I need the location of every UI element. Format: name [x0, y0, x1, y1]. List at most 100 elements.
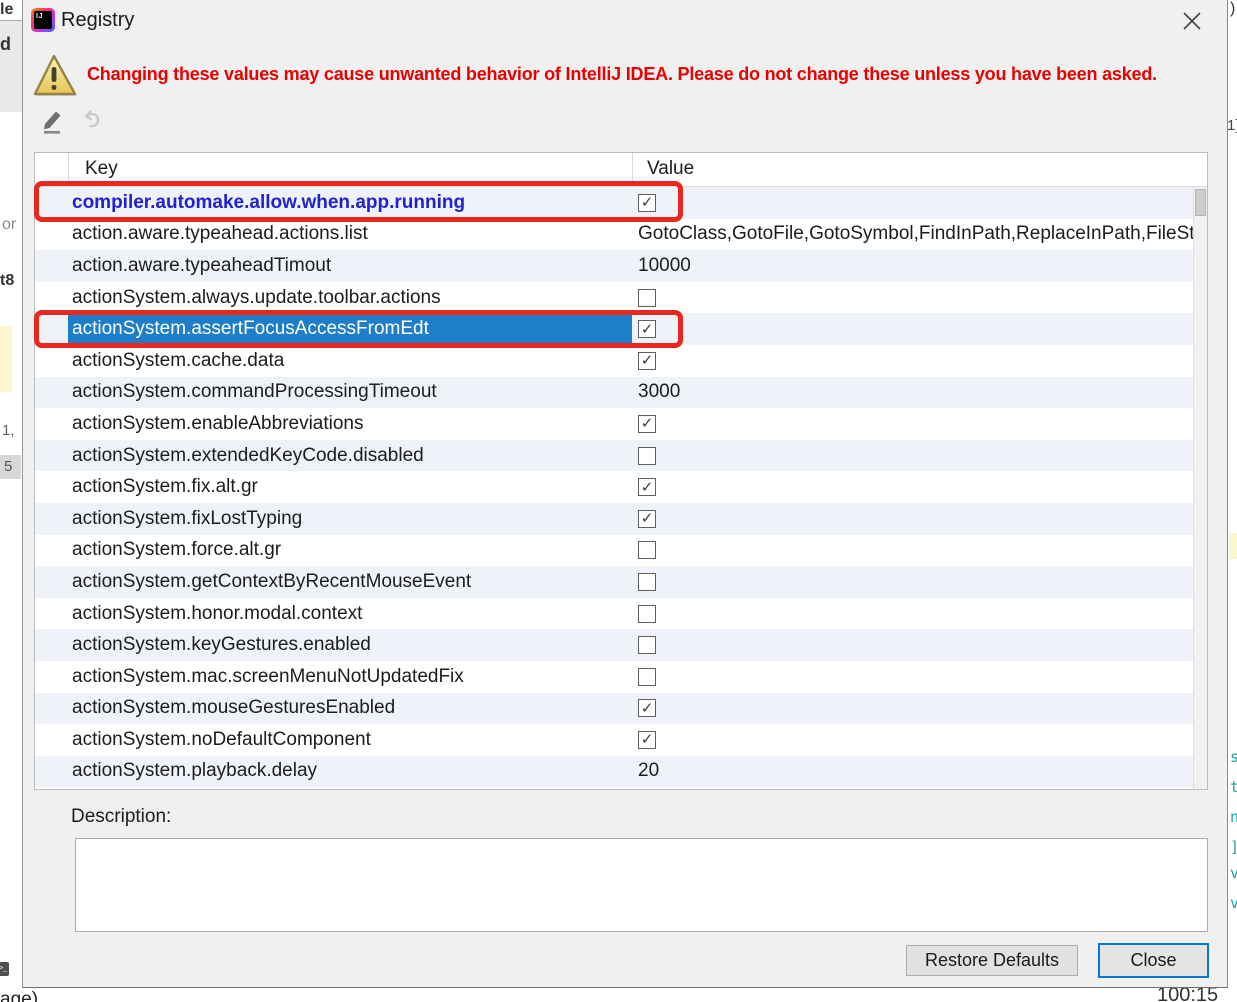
- table-row[interactable]: actionSystem.fixLostTyping ✓: [35, 502, 1195, 535]
- checkbox-checked[interactable]: ✓: [638, 414, 656, 433]
- table-row[interactable]: actionSystem.force.alt.gr: [35, 534, 1195, 567]
- checkbox-checked[interactable]: ✓: [638, 478, 656, 497]
- table-row[interactable]: actionSystem.mouseGesturesEnabled ✓: [35, 692, 1195, 725]
- registry-value-cell: 10000: [634, 250, 1195, 282]
- checkbox-unchecked[interactable]: [638, 288, 656, 307]
- background-text-fragment: age): [0, 989, 39, 1002]
- checkbox-checked[interactable]: ✓: [638, 509, 656, 528]
- registry-key[interactable]: actionSystem.extendedKeyCode.disabled: [68, 440, 632, 472]
- table-row[interactable]: actionSystem.fix.alt.gr ✓: [35, 471, 1195, 503]
- table-row[interactable]: compiler.automake.allow.when.app.running…: [35, 187, 1195, 219]
- registry-key[interactable]: actionSystem.assertFocusAccessFromEdt: [68, 313, 632, 345]
- restore-defaults-button[interactable]: Restore Defaults: [906, 945, 1078, 976]
- checkbox-checked[interactable]: ✓: [638, 351, 656, 370]
- background-window-left: [0, 0, 22, 1002]
- registry-key[interactable]: action.aware.typeahead.actions.list: [68, 219, 632, 251]
- registry-value-cell: 3000: [634, 377, 1195, 409]
- table-header[interactable]: Key Value: [35, 153, 1207, 187]
- background-highlight-block: [0, 326, 12, 392]
- registry-value-cell: 20: [634, 756, 1195, 788]
- warning-message: Changing these values may cause unwanted…: [87, 64, 1157, 84]
- description-field[interactable]: [75, 838, 1208, 932]
- registry-value-cell: [634, 629, 1195, 661]
- table-row[interactable]: actionSystem.getContextByRecentMouseEven…: [35, 566, 1195, 598]
- registry-key[interactable]: actionSystem.always.update.toolbar.actio…: [68, 282, 632, 314]
- revert-button[interactable]: [80, 109, 104, 138]
- registry-value-cell: [634, 566, 1195, 598]
- registry-table: Key Value compiler.automake.allow.when.a…: [34, 152, 1208, 790]
- registry-key[interactable]: actionSystem.keyGestures.enabled: [68, 629, 632, 661]
- scrollbar-thumb[interactable]: [1195, 189, 1206, 216]
- checkbox-unchecked[interactable]: [638, 604, 656, 623]
- table-row[interactable]: actionSystem.noDefaultComponent ✓: [35, 724, 1195, 756]
- column-header-key[interactable]: Key: [85, 158, 118, 180]
- registry-key[interactable]: actionSystem.mac.screenMenuNotUpdatedFix: [68, 661, 632, 693]
- registry-value-text: 20: [638, 760, 660, 782]
- registry-key[interactable]: action.aware.typeaheadTimout: [68, 250, 632, 282]
- column-divider: [68, 153, 69, 186]
- registry-key[interactable]: actionSystem.enableAbbreviations: [68, 408, 632, 440]
- registry-value-cell: [634, 282, 1195, 314]
- checkbox-checked[interactable]: ✓: [638, 699, 656, 718]
- background-window-bottom: [0, 989, 1237, 1002]
- checkbox-unchecked[interactable]: [638, 636, 656, 655]
- table-row[interactable]: action.aware.typeahead.actions.list GotoC…: [35, 218, 1195, 251]
- table-row[interactable]: actionSystem.enableAbbreviations ✓: [35, 408, 1195, 440]
- table-body: compiler.automake.allow.when.app.running…: [35, 187, 1195, 788]
- registry-key[interactable]: actionSystem.commandProcessingTimeout: [68, 377, 632, 409]
- checkbox-checked[interactable]: ✓: [638, 730, 656, 749]
- registry-value-cell: GotoClass,GotoFile,GotoSymbol,FindInPath…: [634, 219, 1195, 251]
- table-row[interactable]: actionSystem.honor.modal.context: [35, 597, 1195, 630]
- registry-value-cell: [634, 598, 1195, 630]
- registry-key[interactable]: actionSystem.playback.delay: [68, 756, 632, 788]
- code-text-fragment: t: [1230, 778, 1237, 796]
- registry-value-cell: [634, 535, 1195, 567]
- column-divider[interactable]: [632, 153, 633, 186]
- registry-key[interactable]: actionSystem.mouseGesturesEnabled: [68, 693, 632, 725]
- table-row[interactable]: actionSystem.mac.screenMenuNotUpdatedFix: [35, 660, 1195, 693]
- code-text-fragment: n: [1230, 808, 1237, 826]
- checkbox-checked[interactable]: ✓: [638, 193, 656, 212]
- table-row[interactable]: actionSystem.assertFocusAccessFromEdt ✓: [35, 313, 1195, 345]
- checkbox-unchecked[interactable]: [638, 572, 656, 591]
- registry-key[interactable]: actionSystem.noDefaultComponent: [68, 724, 632, 756]
- registry-key[interactable]: actionSystem.cache.data: [68, 345, 632, 377]
- registry-key[interactable]: actionSystem.fix.alt.gr: [68, 471, 632, 503]
- registry-value-cell: ✓: [634, 408, 1195, 440]
- registry-key[interactable]: actionSystem.getContextByRecentMouseEven…: [68, 566, 632, 598]
- registry-key[interactable]: actionSystem.honor.modal.context: [68, 598, 632, 630]
- table-row[interactable]: actionSystem.always.update.toolbar.actio…: [35, 281, 1195, 314]
- column-header-value[interactable]: Value: [647, 158, 694, 180]
- background-text-fragment: ): [1230, 0, 1236, 17]
- checkbox-checked[interactable]: ✓: [638, 320, 656, 339]
- registry-value-cell: [634, 661, 1195, 693]
- background-highlight-block: [1229, 533, 1237, 559]
- registry-value-text: GotoClass,GotoFile,GotoSymbol,FindInPath…: [638, 223, 1195, 245]
- registry-key[interactable]: actionSystem.fixLostTyping: [68, 503, 632, 535]
- dialog-titlebar[interactable]: IJ Registry: [23, 0, 1227, 42]
- edit-value-button[interactable]: [40, 107, 66, 140]
- close-icon[interactable]: [1178, 8, 1206, 34]
- screen: le d or t8 1, 5 >_ ) 1] s t n ] v v age)…: [0, 0, 1237, 1002]
- table-row[interactable]: actionSystem.playback.delay 20: [35, 755, 1195, 788]
- checkbox-unchecked[interactable]: [638, 541, 656, 560]
- table-row[interactable]: actionSystem.keyGestures.enabled: [35, 629, 1195, 661]
- background-text-fragment: t8: [0, 272, 15, 289]
- vertical-scrollbar[interactable]: [1193, 187, 1207, 789]
- checkbox-unchecked[interactable]: [638, 446, 656, 465]
- checkbox-unchecked[interactable]: [638, 667, 656, 686]
- warning-icon: [29, 50, 79, 105]
- registry-key[interactable]: actionSystem.force.alt.gr: [68, 535, 632, 567]
- table-row[interactable]: action.aware.typeaheadTimout 10000: [35, 250, 1195, 282]
- dialog-title: Registry: [61, 9, 135, 31]
- registry-value-cell: ✓: [634, 345, 1195, 377]
- close-button[interactable]: Close: [1098, 943, 1209, 978]
- background-text-fragment: 5: [4, 458, 13, 475]
- background-text-fragment: 1,: [2, 422, 15, 439]
- table-row[interactable]: actionSystem.cache.data ✓: [35, 344, 1195, 377]
- table-row[interactable]: actionSystem.extendedKeyCode.disabled: [35, 439, 1195, 472]
- registry-value-cell: ✓: [634, 187, 1195, 219]
- registry-key[interactable]: compiler.automake.allow.when.app.running: [68, 187, 632, 219]
- code-text-fragment: s: [1230, 748, 1237, 766]
- table-row[interactable]: actionSystem.commandProcessingTimeout 300…: [35, 376, 1195, 409]
